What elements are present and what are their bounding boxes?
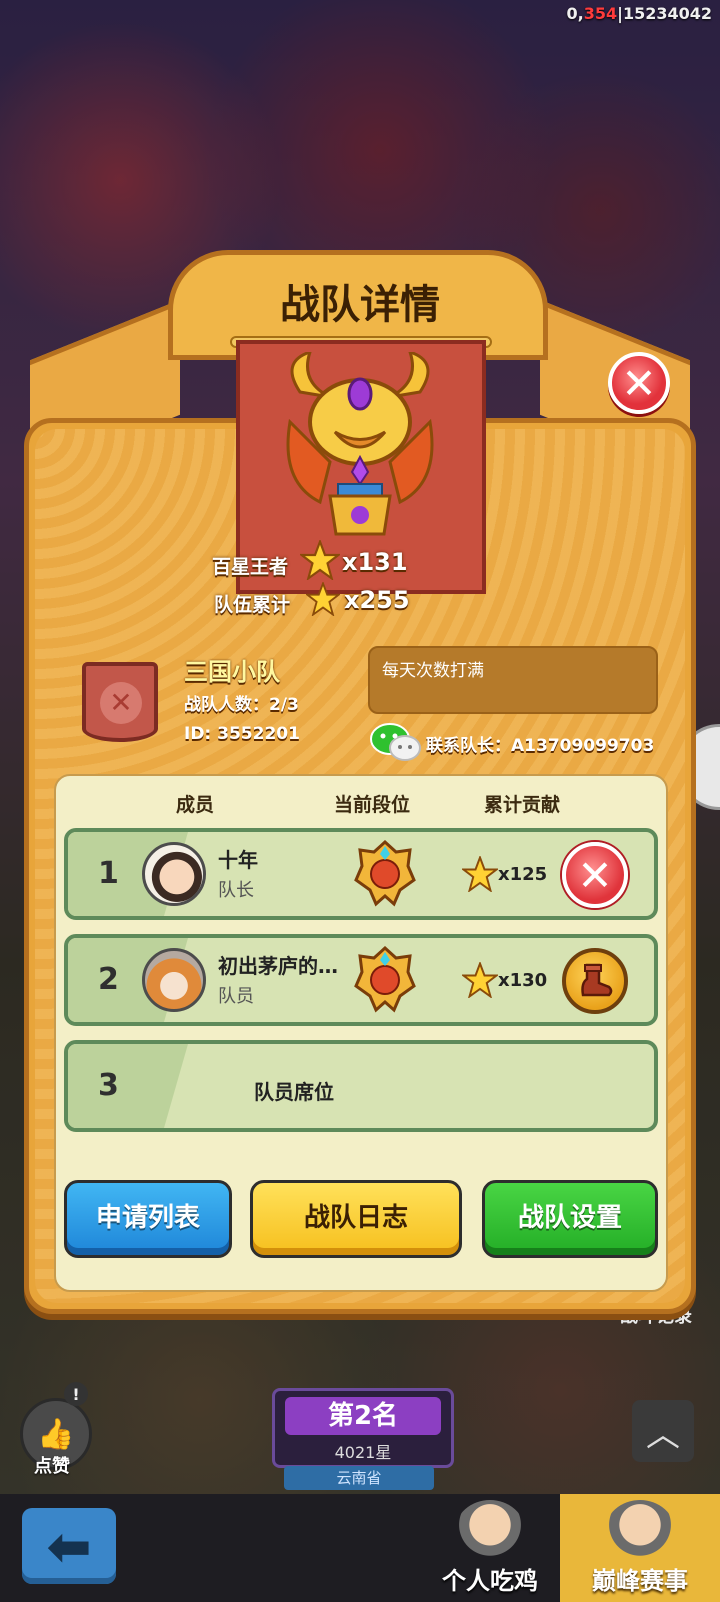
rank-crest-icon bbox=[354, 840, 416, 907]
wechat-icon[interactable] bbox=[370, 722, 422, 762]
team-settings-button[interactable]: 战队设置 bbox=[482, 1180, 658, 1258]
star-icon bbox=[306, 582, 340, 616]
tab-solo-battle[interactable]: 个人吃鸡 bbox=[420, 1494, 560, 1602]
empty-seat-row[interactable]: 3 队员席位 bbox=[64, 1040, 658, 1132]
member-index: 1 bbox=[98, 856, 119, 891]
character-avatar-icon bbox=[605, 1500, 675, 1562]
member-name: 十年 bbox=[218, 848, 258, 872]
chevron-up-icon: ︿ bbox=[646, 1414, 680, 1455]
column-header-member: 成员 bbox=[176, 794, 215, 816]
team-total-label: 队伍累计 bbox=[214, 594, 291, 616]
column-header-contribution: 累计贡献 bbox=[484, 794, 561, 816]
team-log-button[interactable]: 战队日志 bbox=[250, 1180, 462, 1258]
like-alert-badge: ! bbox=[64, 1382, 88, 1406]
rank-title: 第2名 bbox=[285, 1397, 441, 1435]
seat-index: 3 bbox=[98, 1068, 119, 1103]
member-avatar[interactable] bbox=[142, 842, 206, 906]
member-index: 2 bbox=[98, 962, 119, 997]
team-name: 三国小队 bbox=[184, 658, 280, 686]
bottom-bar: ⬅ 个人吃鸡 巅峰赛事 bbox=[0, 1494, 720, 1602]
tab-peak-event[interactable]: 巅峰赛事 bbox=[560, 1494, 720, 1602]
column-header-rank: 当前段位 bbox=[334, 794, 411, 816]
member-contribution: x130 bbox=[498, 970, 548, 991]
star-icon bbox=[462, 856, 498, 892]
arrow-left-icon: ⬅ bbox=[46, 1514, 92, 1578]
apply-list-button[interactable]: 申请列表 bbox=[64, 1180, 232, 1258]
rank-stars: 4021星 bbox=[334, 1443, 392, 1462]
member-row[interactable]: 1 十年 队长 x125 ✕ bbox=[64, 828, 658, 920]
member-row[interactable]: 2 初出茅庐的… 队员 x130 bbox=[64, 934, 658, 1026]
thumbs-up-icon: 👍 bbox=[37, 1416, 75, 1452]
member-avatar[interactable] bbox=[142, 948, 206, 1012]
character-avatar-icon bbox=[455, 1500, 525, 1562]
rank-crest-icon bbox=[354, 946, 416, 1013]
team-member-count: 战队人数：2/3 bbox=[184, 695, 299, 715]
boot-icon bbox=[581, 963, 613, 997]
member-role: 队员 bbox=[218, 986, 254, 1007]
back-button[interactable]: ⬅ bbox=[22, 1508, 116, 1584]
hundred-star-king-label: 百星王者 bbox=[212, 556, 289, 578]
team-total-value: x255 bbox=[344, 586, 410, 614]
rank-province: 云南省 bbox=[284, 1466, 434, 1490]
rank-card: 第2名 4021星 bbox=[272, 1388, 454, 1468]
member-role: 队长 bbox=[218, 880, 254, 901]
team-notice: 每天次数打满 bbox=[368, 646, 658, 714]
close-icon: ✕ bbox=[621, 358, 657, 408]
member-contribution: x125 bbox=[498, 864, 548, 885]
team-id: ID: 3552201 bbox=[184, 724, 300, 744]
top-counter: 0,354|15234042 bbox=[566, 4, 712, 23]
star-icon bbox=[300, 540, 340, 580]
star-icon bbox=[462, 962, 498, 998]
empty-seat-label: 队员席位 bbox=[254, 1080, 334, 1104]
scroll-up-button[interactable]: ︿ bbox=[632, 1400, 694, 1462]
like-label: 点赞 bbox=[34, 1456, 70, 1477]
captain-contact: 联系队长：A13709099703 bbox=[426, 736, 655, 756]
close-dialog-button[interactable]: ✕ bbox=[608, 352, 670, 414]
dialog-title: 战队详情 bbox=[280, 282, 440, 328]
kick-member-button[interactable]: ✕ bbox=[562, 842, 628, 908]
member-name: 初出茅庐的… bbox=[218, 954, 338, 978]
close-icon: ✕ bbox=[577, 850, 613, 900]
dragon-emblem-icon bbox=[286, 352, 434, 536]
hundred-star-king-value: x131 bbox=[342, 548, 408, 576]
team-badge-icon: ✕ bbox=[82, 662, 158, 742]
boot-member-button[interactable] bbox=[562, 948, 628, 1014]
